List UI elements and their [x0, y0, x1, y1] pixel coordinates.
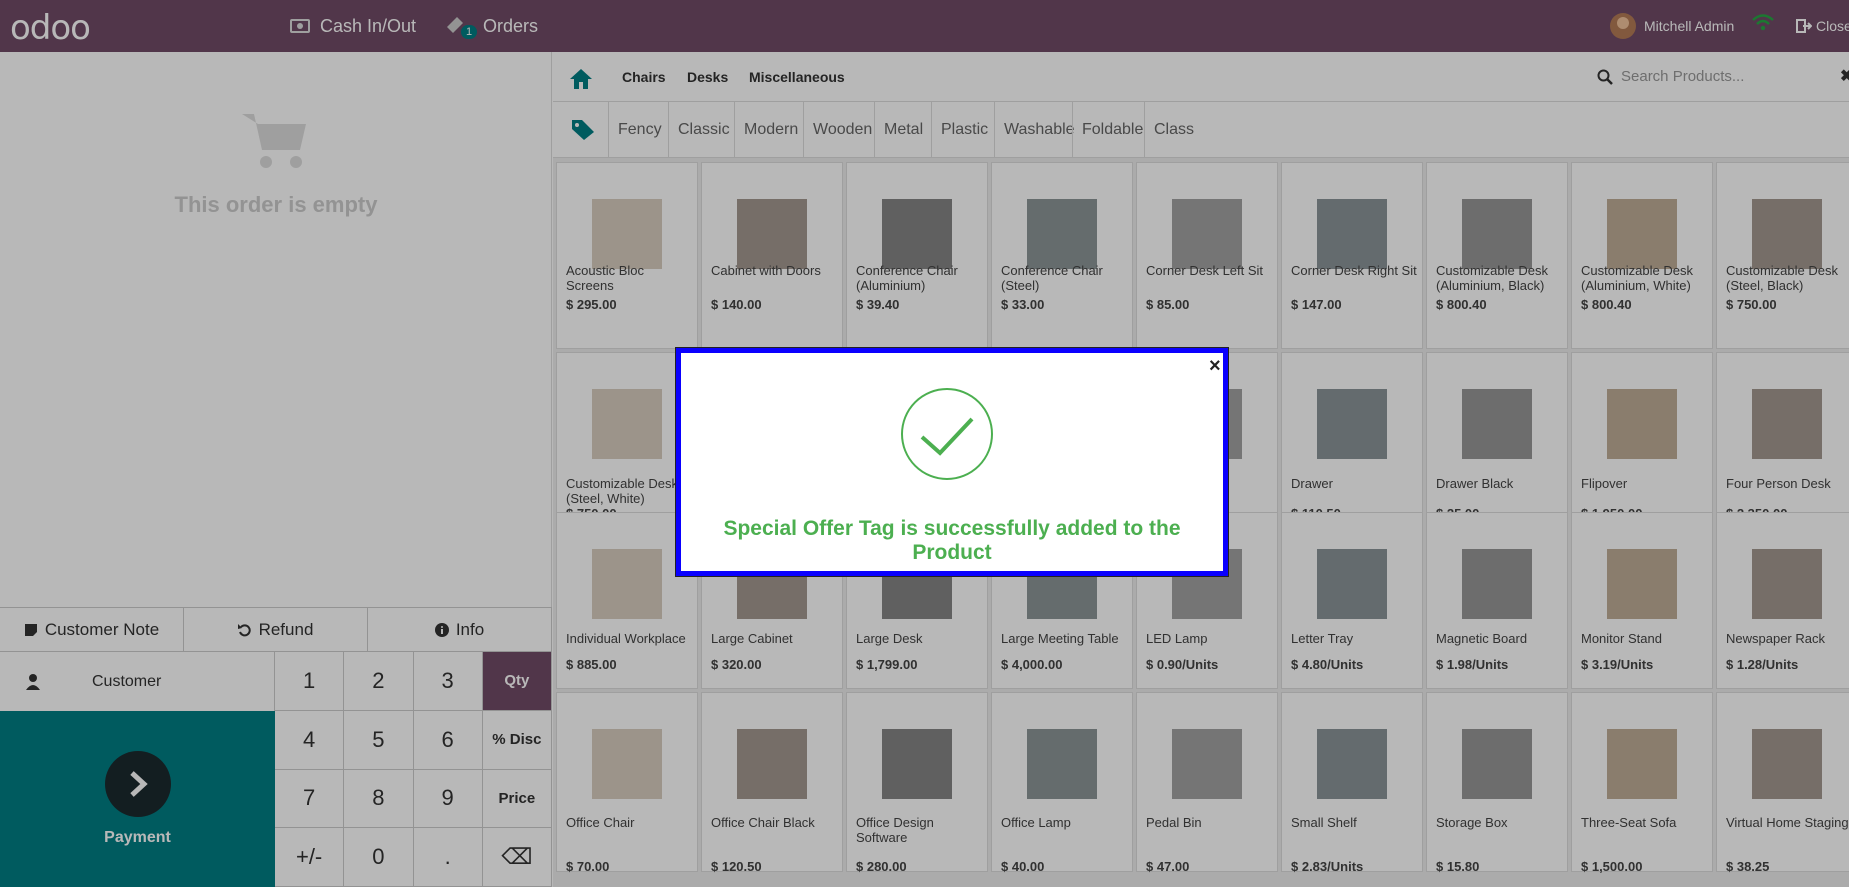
success-message: Special Offer Tag is successfully added … — [723, 517, 1181, 564]
check-circle-icon — [901, 388, 993, 480]
close-icon[interactable]: × — [1209, 355, 1221, 378]
success-dialog: × Special Offer Tag is successfully adde… — [676, 348, 1228, 576]
